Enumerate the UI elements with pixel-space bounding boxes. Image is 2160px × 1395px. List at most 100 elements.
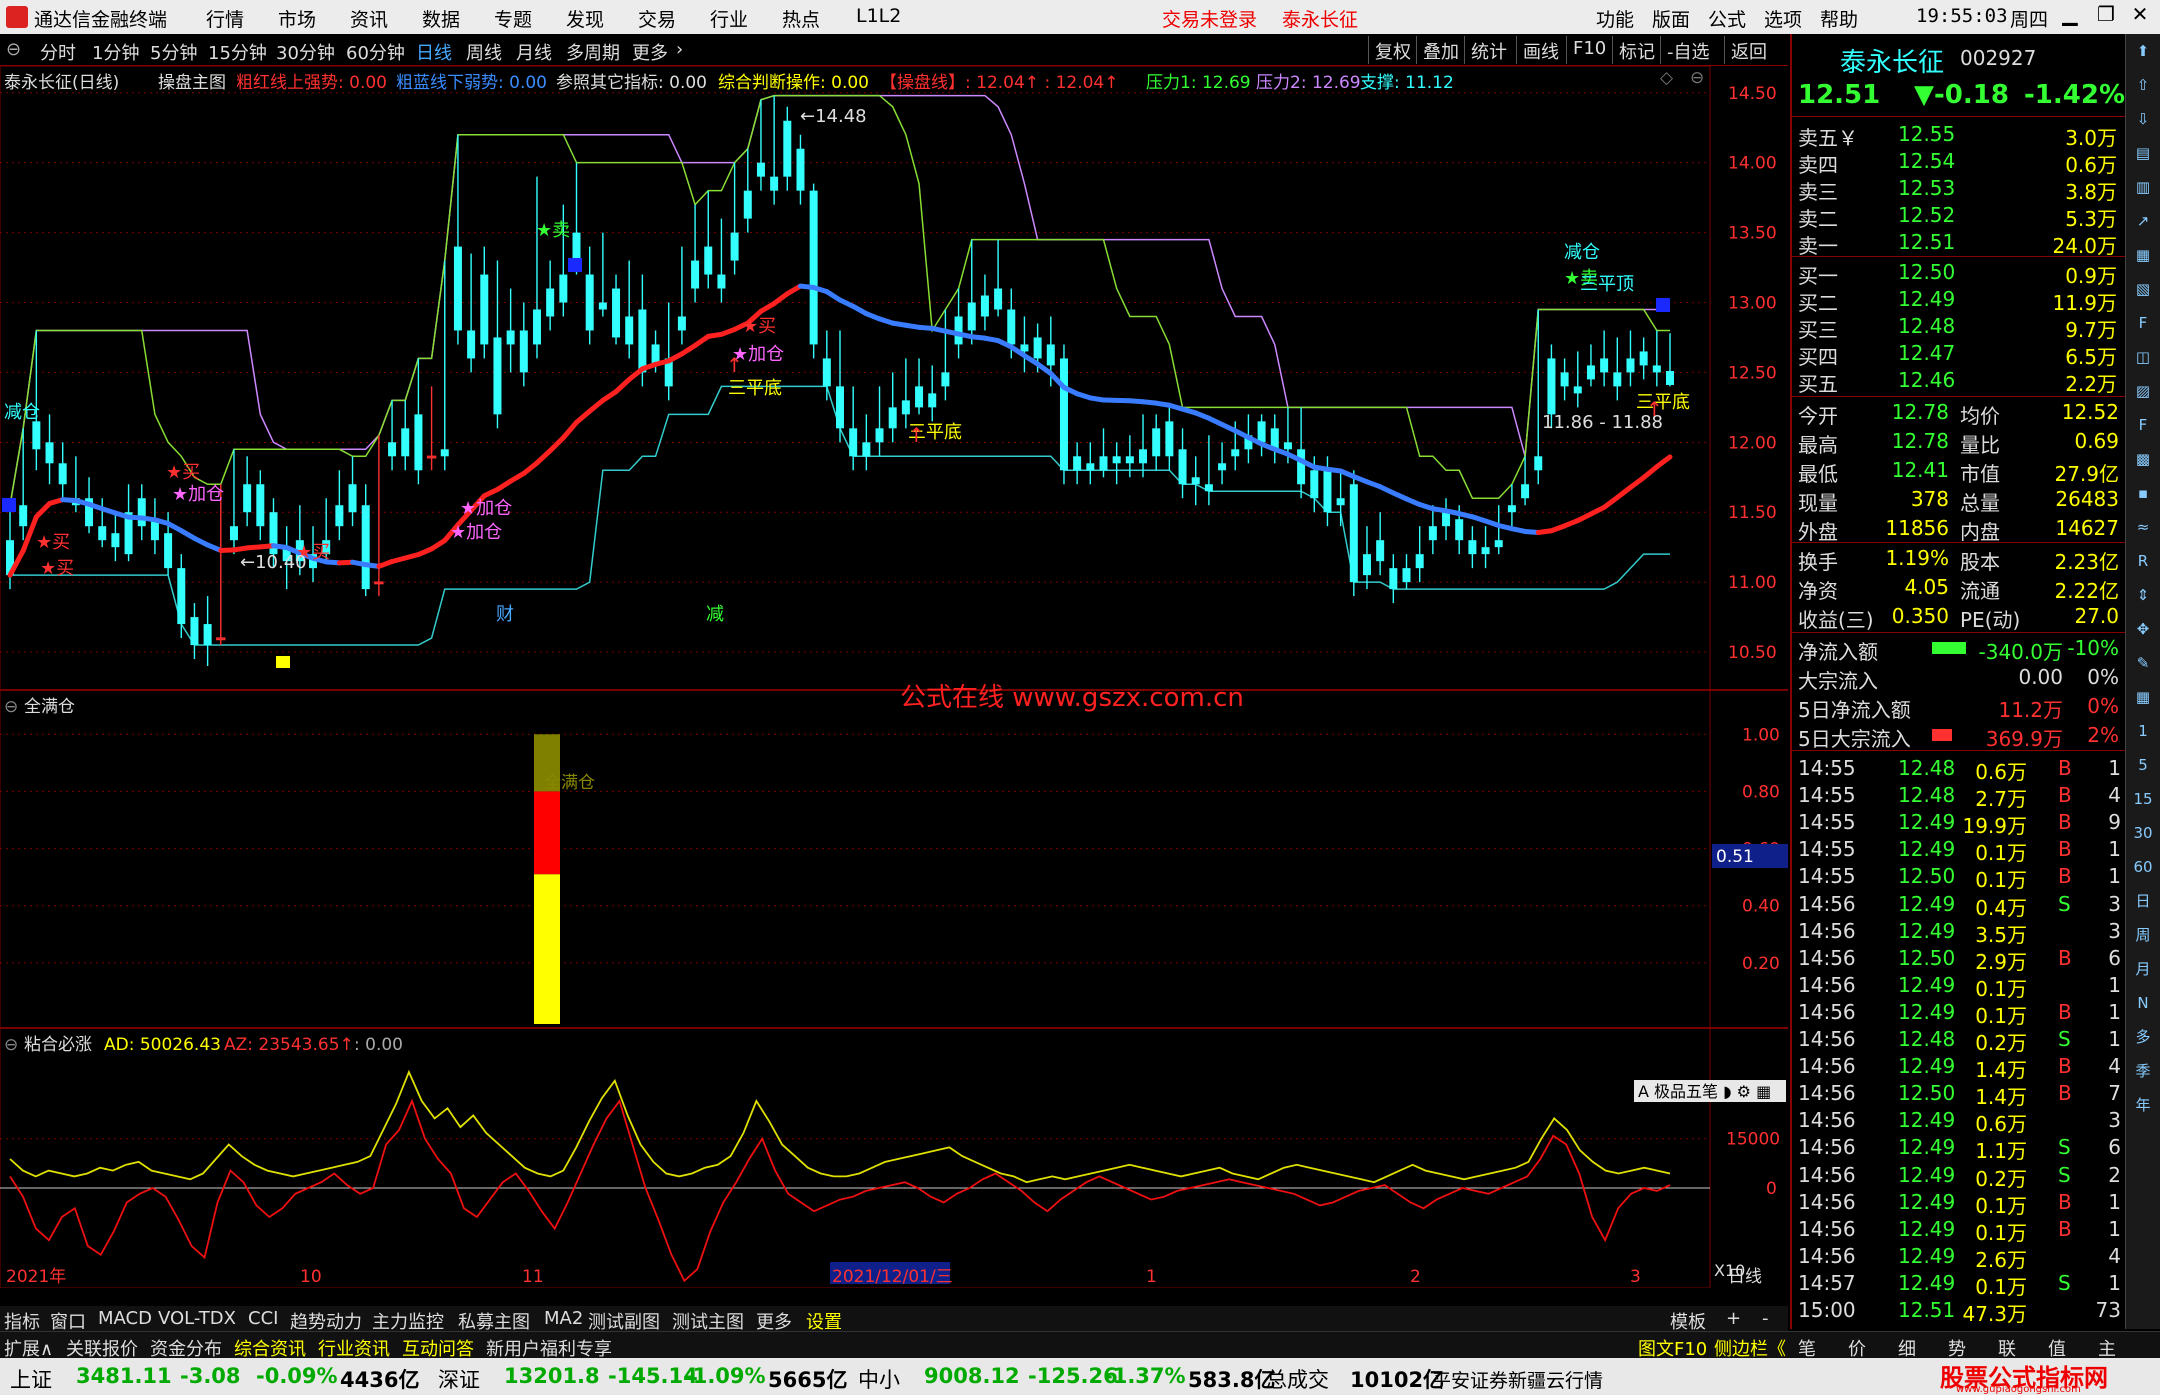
right-menu-3[interactable]: 选项: [1764, 5, 1802, 32]
sidebar-tool-icon[interactable]: ▦: [2126, 680, 2160, 714]
toolbar-btn-5[interactable]: 标记: [1612, 36, 1661, 64]
sidebar-tool-icon[interactable]: R: [2126, 544, 2160, 578]
x-tick: 10: [300, 1267, 322, 1287]
chart-area[interactable]: 14.50 14.00 13.50 13.00 12.50 12.00 11.50 11.00…: [0, 65, 1788, 1289]
tick-price: 12.50: [1898, 945, 1956, 970]
sidebar-period-5[interactable]: 日: [2126, 884, 2160, 918]
toolbar-btn-6[interactable]: -自选: [1660, 36, 1716, 64]
sidebar-tool-icon[interactable]: F: [2126, 306, 2160, 340]
sidebar-period-3[interactable]: 30: [2126, 816, 2160, 850]
right-menu-2[interactable]: 公式: [1708, 5, 1746, 32]
sidebar-period-4[interactable]: 60: [2126, 850, 2160, 884]
tick-count: 3: [2108, 891, 2121, 916]
sidebar-tool-icon[interactable]: ▦: [2126, 238, 2160, 272]
candle-body: [1573, 386, 1582, 394]
template-btn-2[interactable]: -: [1762, 1308, 1769, 1329]
period-9[interactable]: 多周期: [566, 39, 620, 65]
menu-7[interactable]: 行业: [710, 5, 748, 32]
toolbar-btn-3[interactable]: 画线: [1516, 36, 1565, 64]
sidebar-period-10[interactable]: 季: [2126, 1054, 2160, 1088]
toolbar-btn-4[interactable]: F10: [1566, 36, 1612, 64]
more-chevron-icon[interactable]: ›: [676, 39, 683, 60]
period-3[interactable]: 15分钟: [208, 39, 267, 65]
menu-3[interactable]: 数据: [422, 5, 460, 32]
period-6[interactable]: 日线: [416, 39, 452, 65]
sidebar-period-7[interactable]: 月: [2126, 952, 2160, 986]
right-menu-0[interactable]: 功能: [1596, 5, 1634, 32]
indicator-tab-8[interactable]: MA2: [544, 1308, 583, 1329]
tick-time: 14:55: [1798, 810, 1856, 835]
stat-value: 14627: [2055, 516, 2119, 540]
sidebar-tool-icon[interactable]: F: [2126, 408, 2160, 442]
sidebar-tool-icon[interactable]: ⇧: [2126, 68, 2160, 102]
quote-price: 12.51: [1798, 80, 1881, 110]
index-label[interactable]: 中小: [858, 1364, 900, 1394]
sidebar-tool-icon[interactable]: ✎: [2126, 646, 2160, 680]
menu-5[interactable]: 发现: [566, 5, 604, 32]
menu-0[interactable]: 行情: [206, 5, 244, 32]
period-0[interactable]: 分时: [40, 39, 76, 65]
chart-canvas[interactable]: 14.5014.0013.5013.0012.5012.0011.5011.00…: [0, 65, 1788, 1289]
period-2[interactable]: 5分钟: [150, 39, 197, 65]
formula-name[interactable]: 操盘主图: [158, 68, 226, 93]
menu-4[interactable]: 专题: [494, 5, 532, 32]
restore-icon[interactable]: ❐: [2088, 2, 2124, 32]
sidebar-tool-icon[interactable]: ▤: [2126, 136, 2160, 170]
sidebar-period-8[interactable]: N: [2126, 986, 2160, 1020]
login-status[interactable]: 交易未登录: [1162, 5, 1257, 32]
sidebar-tool-icon[interactable]: ↗: [2126, 204, 2160, 238]
template-btn-1[interactable]: +: [1726, 1308, 1741, 1329]
toolbar-btn-1[interactable]: 叠加: [1416, 36, 1465, 64]
period-4[interactable]: 30分钟: [276, 39, 335, 65]
sidebar-tool-icon[interactable]: ▨: [2126, 374, 2160, 408]
close-icon[interactable]: ✕: [2122, 2, 2158, 32]
period-toolbar: ⊖ 分时 1分钟 5分钟 15分钟 30分钟 60分钟 日线 周线 月线 多周期 更多 › 复权 叠加 统计…: [0, 34, 1788, 66]
period-7[interactable]: 周线: [466, 39, 502, 65]
candle: [756, 99, 765, 191]
sidebar-period-9[interactable]: 多: [2126, 1020, 2160, 1054]
toolbar-btn-7[interactable]: 返回: [1724, 36, 1773, 64]
sidebar-tool-icon[interactable]: ≈: [2126, 510, 2160, 544]
menu-8[interactable]: 热点: [782, 5, 820, 32]
minimize-icon[interactable]: ▁: [2052, 2, 2088, 32]
sidebar-tool-icon[interactable]: ▧: [2126, 272, 2160, 306]
sidebar-period-6[interactable]: 周: [2126, 918, 2160, 952]
index-label[interactable]: 深证: [438, 1364, 480, 1394]
stat-label: 今开: [1798, 404, 1838, 428]
menu-1[interactable]: 市场: [278, 5, 316, 32]
candle: [243, 456, 252, 527]
period-10[interactable]: 更多: [632, 39, 668, 65]
period-8[interactable]: 月线: [516, 39, 552, 65]
sidebar-tool-icon[interactable]: ⇕: [2126, 578, 2160, 612]
sidebar-tool-icon[interactable]: ▩: [2126, 442, 2160, 476]
collapse-icon: ⊖: [4, 1035, 18, 1055]
right-menu-1[interactable]: 版面: [1652, 5, 1690, 32]
candle-body: [954, 316, 963, 345]
sidebar-period-11[interactable]: 年: [2126, 1088, 2160, 1122]
period-1[interactable]: 1分钟: [92, 39, 139, 65]
sidebar-tool-icon[interactable]: ⬆: [2126, 34, 2160, 68]
menu-2[interactable]: 资讯: [350, 5, 388, 32]
menu-6[interactable]: 交易: [638, 5, 676, 32]
sidebar-tool-icon[interactable]: ◫: [2126, 340, 2160, 374]
menu-9[interactable]: L1L2: [856, 5, 901, 27]
sidebar-tool-icon[interactable]: ▥: [2126, 170, 2160, 204]
sidebar-period-1[interactable]: 5: [2126, 748, 2160, 782]
sidebar-period-2[interactable]: 15: [2126, 782, 2160, 816]
period-5[interactable]: 60分钟: [346, 39, 405, 65]
indicator-tab-3[interactable]: VOL-TDX: [158, 1308, 236, 1329]
sidebar-tool-icon[interactable]: ✥: [2126, 612, 2160, 646]
indicator-tab-2[interactable]: MACD: [98, 1308, 152, 1329]
collapse-icon[interactable]: ⊖: [1690, 68, 1704, 88]
sidebar-tool-icon[interactable]: ⇩: [2126, 102, 2160, 136]
toolbar-btn-2[interactable]: 统计: [1464, 36, 1513, 64]
indicator-tab-4[interactable]: CCI: [248, 1308, 278, 1329]
tick-dir: B: [2058, 837, 2072, 862]
index-label[interactable]: 上证: [10, 1364, 52, 1394]
sidebar-period-0[interactable]: 1: [2126, 714, 2160, 748]
sidebar-tool-icon[interactable]: ▪: [2126, 476, 2160, 510]
right-menu-4[interactable]: 帮助: [1820, 5, 1858, 32]
diamond-icon[interactable]: ◇: [1660, 68, 1673, 88]
collapse-icon[interactable]: ⊖: [6, 39, 21, 60]
toolbar-btn-0[interactable]: 复权: [1368, 36, 1417, 64]
